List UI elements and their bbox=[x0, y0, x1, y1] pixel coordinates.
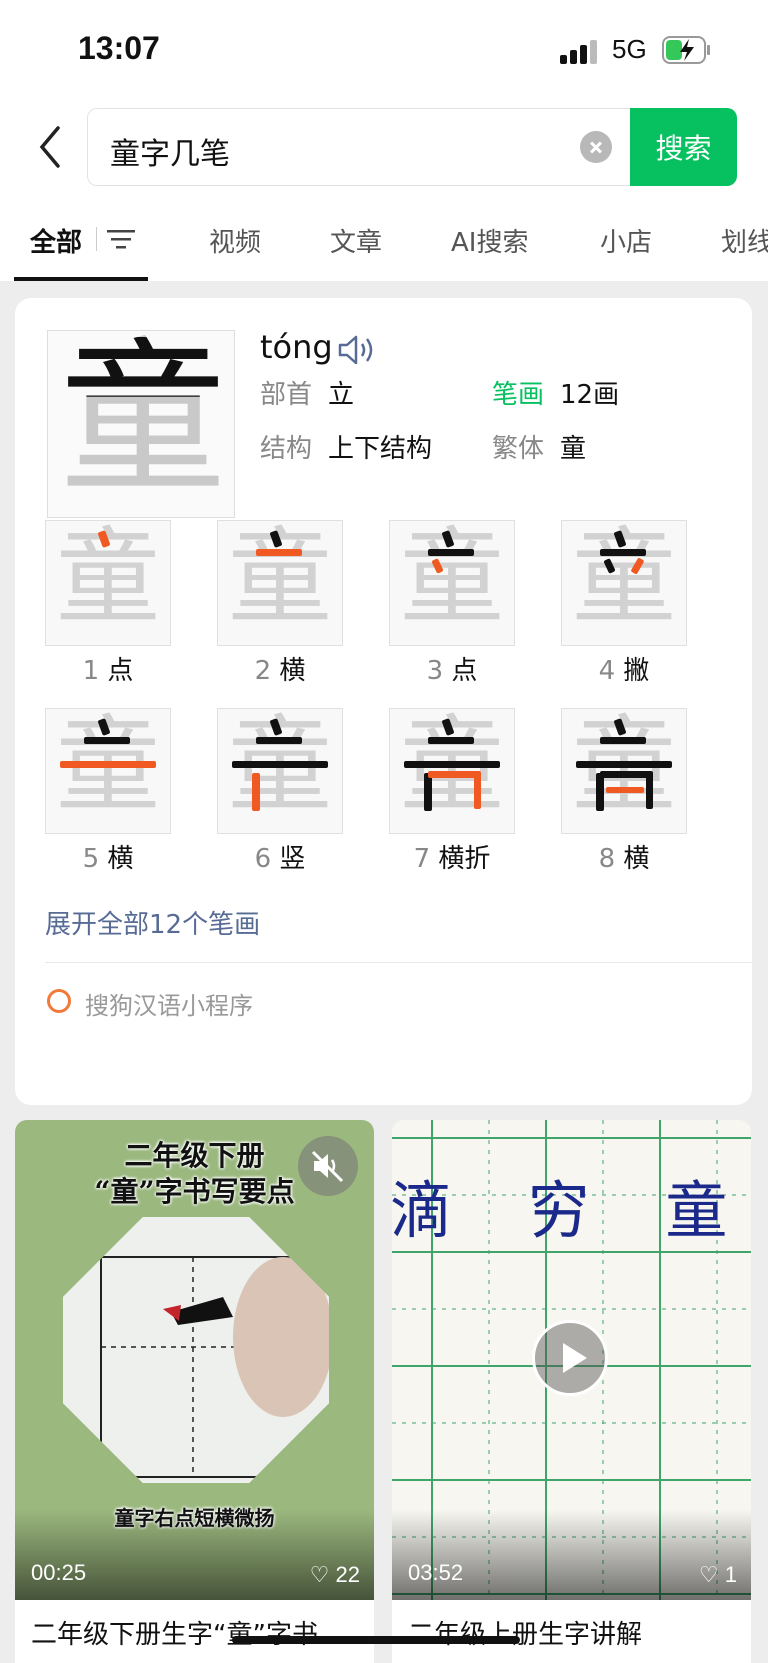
strokes-value: 12画 bbox=[560, 380, 620, 410]
video-1-title[interactable]: 二年级下册生字“童”字书 bbox=[15, 1600, 374, 1663]
character-card: 童 童 tóng 部首 立 笔画 12画 结构 上下结构 繁体 童 童 童 童 … bbox=[15, 298, 752, 1105]
tab-underline[interactable]: 划线 bbox=[721, 222, 768, 259]
signal-icon bbox=[560, 38, 602, 64]
sogou-logo-icon bbox=[47, 989, 71, 1013]
back-arrow-icon[interactable] bbox=[30, 122, 74, 172]
stroke-5-diagram: 童 bbox=[45, 708, 171, 834]
home-indicator bbox=[232, 1636, 520, 1644]
stroke-6-diagram: 童 bbox=[217, 708, 343, 834]
stroke-8-caption: 8 横 bbox=[598, 844, 650, 874]
strokes-label: 笔画 bbox=[492, 380, 545, 410]
search-button[interactable]: 搜索 bbox=[630, 108, 737, 186]
stroke-1-caption: 1 点 bbox=[82, 656, 134, 686]
stroke-3-diagram: 童 bbox=[389, 520, 515, 646]
radical-label: 部首 bbox=[260, 380, 313, 410]
video-card-2[interactable]: 滴 穷 童 03:52 ♡ 1 bbox=[392, 1120, 751, 1600]
tab-separator bbox=[96, 227, 97, 251]
video-2-overlay-chars: 滴 穷 童 bbox=[392, 1174, 751, 1247]
battery-icon bbox=[662, 36, 710, 64]
structure-value: 上下结构 bbox=[328, 434, 433, 464]
tab-ai-search[interactable]: AI搜索 bbox=[451, 222, 528, 259]
tab-video[interactable]: 视频 bbox=[209, 222, 261, 259]
stroke-4-caption: 4 撇 bbox=[598, 656, 650, 686]
expand-all-strokes-link[interactable]: 展开全部12个笔画 bbox=[45, 904, 260, 941]
heart-icon: ♡ bbox=[309, 1562, 330, 1587]
video-1-duration: 00:25 bbox=[31, 1560, 87, 1585]
stroke-8-diagram: 童 bbox=[561, 708, 687, 834]
structure-label: 结构 bbox=[260, 434, 313, 464]
active-tab-indicator bbox=[14, 277, 148, 281]
status-time: 13:07 bbox=[78, 30, 160, 66]
source-mini-program[interactable]: 搜狗汉语小程序 bbox=[85, 986, 253, 1021]
pinyin: tóng bbox=[260, 328, 333, 366]
stroke-5-caption: 5 横 bbox=[82, 844, 134, 874]
stroke-6-caption: 6 竖 bbox=[254, 844, 306, 874]
play-icon[interactable] bbox=[532, 1320, 608, 1396]
video-1-likes: ♡ 22 bbox=[309, 1562, 360, 1587]
video-2-title[interactable]: 二年级上册生字讲解 bbox=[392, 1600, 751, 1663]
stroke-7-diagram: 童 bbox=[389, 708, 515, 834]
traditional-label: 繁体 bbox=[492, 434, 545, 464]
radical-value: 立 bbox=[328, 380, 355, 410]
stroke-4-diagram: 童 bbox=[561, 520, 687, 646]
mute-icon[interactable] bbox=[298, 1136, 358, 1196]
speaker-icon[interactable] bbox=[337, 334, 377, 366]
filter-icon[interactable] bbox=[107, 228, 135, 250]
video-card-1[interactable]: 二年级下册 “童”字书写要点 童字右点短横微扬 00:25 ♡ 22 bbox=[15, 1120, 374, 1600]
search-query: 童字几笔 bbox=[110, 137, 230, 172]
traditional-value: 童 bbox=[560, 434, 587, 464]
stroke-2-caption: 2 横 bbox=[254, 656, 306, 686]
video-1-thumbnail bbox=[63, 1217, 329, 1483]
character-stroke-animation[interactable]: 童 童 bbox=[47, 330, 235, 518]
video-2-duration: 03:52 bbox=[408, 1560, 464, 1585]
clear-icon[interactable] bbox=[580, 131, 612, 163]
divider bbox=[45, 962, 752, 963]
heart-icon: ♡ bbox=[698, 1562, 719, 1587]
tab-bar: 全部 视频 文章 AI搜索 小店 划线 bbox=[0, 200, 768, 282]
stroke-1-diagram: 童 bbox=[45, 520, 171, 646]
tab-article[interactable]: 文章 bbox=[330, 222, 382, 259]
tab-shop[interactable]: 小店 bbox=[600, 222, 652, 259]
video-2-likes: ♡ 1 bbox=[698, 1562, 737, 1587]
stroke-7-caption: 7 横折 bbox=[413, 844, 491, 874]
tab-all[interactable]: 全部 bbox=[30, 222, 82, 259]
stroke-3-caption: 3 点 bbox=[426, 656, 478, 686]
search-input[interactable]: 童字几笔 bbox=[87, 108, 630, 186]
stroke-2-diagram: 童 bbox=[217, 520, 343, 646]
status-bar: 13:07 5G bbox=[0, 0, 768, 100]
search-bar: 童字几笔 搜索 bbox=[0, 100, 768, 200]
network-type: 5G bbox=[612, 34, 647, 64]
